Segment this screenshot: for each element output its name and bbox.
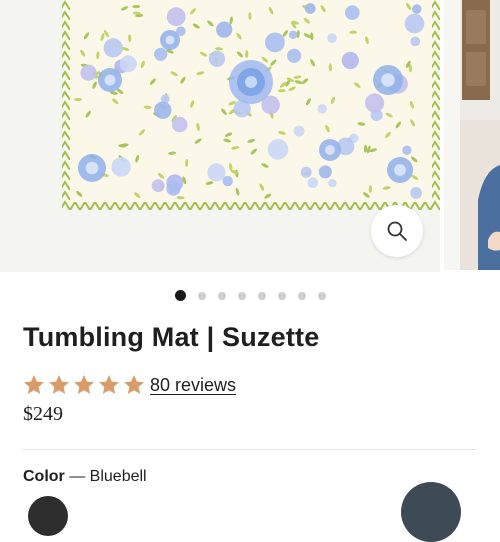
star-icon bbox=[49, 375, 69, 394]
star-icon bbox=[99, 375, 119, 394]
color-selector-label: Color — Bluebell bbox=[23, 468, 147, 486]
star-icon bbox=[24, 375, 44, 394]
product-price: $249 bbox=[23, 403, 63, 425]
pagination-dot[interactable] bbox=[297, 291, 306, 300]
product-rating: 80 reviews bbox=[22, 373, 236, 397]
product-image-gallery[interactable] bbox=[0, 0, 500, 272]
magnifier-icon bbox=[387, 221, 407, 241]
divider bbox=[23, 449, 477, 450]
selected-color-value: Bluebell bbox=[89, 468, 147, 485]
pagination-dot[interactable] bbox=[257, 291, 266, 300]
zoom-button[interactable] bbox=[371, 205, 423, 257]
reviews-link[interactable]: 80 reviews bbox=[150, 375, 236, 396]
gallery-pagination bbox=[0, 290, 500, 301]
star-icon bbox=[74, 375, 94, 394]
color-separator: — bbox=[64, 468, 90, 485]
color-swatch[interactable] bbox=[28, 496, 68, 536]
product-title: Tumbling Mat | Suzette bbox=[23, 322, 320, 352]
pagination-dot[interactable] bbox=[217, 291, 226, 300]
pagination-dot[interactable] bbox=[317, 291, 326, 300]
color-label: Color bbox=[23, 468, 65, 485]
star-icon bbox=[124, 375, 144, 394]
pagination-dot[interactable] bbox=[237, 291, 246, 300]
pagination-dot[interactable] bbox=[277, 291, 286, 300]
room-photo bbox=[444, 0, 500, 270]
next-product-image[interactable] bbox=[444, 0, 500, 270]
pagination-dot[interactable] bbox=[174, 290, 186, 301]
star-rating bbox=[22, 373, 146, 397]
chat-button[interactable] bbox=[401, 482, 461, 542]
pagination-dot[interactable] bbox=[197, 291, 206, 300]
